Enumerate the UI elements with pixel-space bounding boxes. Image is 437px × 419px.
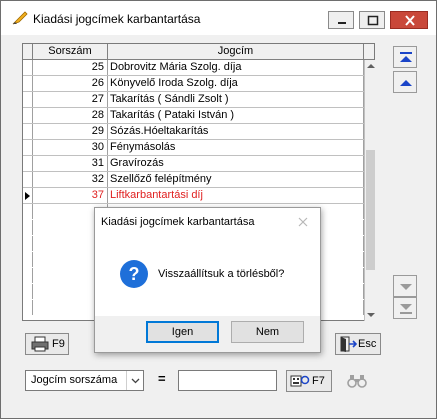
table-row[interactable]: 30 Fénymásolás [23,140,364,156]
row-indicator [23,188,33,203]
first-record-icon [400,52,412,62]
row-indicator [23,300,33,315]
row-indicator [23,172,33,187]
dialog-title-bar: Kiadási jogcímek karbantartása [95,208,320,238]
confirm-dialog: Kiadási jogcímek karbantartása ? Visszaá… [94,207,321,353]
cell-jogcim[interactable]: Takarítás ( Sándli Zsolt ) [108,92,364,107]
cell-jogcim[interactable]: Sózás.Hóeltakarítás [108,124,364,139]
cell-sorszam[interactable]: 25 [33,60,108,75]
cell-jogcim[interactable]: Fénymásolás [108,140,364,155]
scroll-down-icon[interactable] [367,313,375,317]
row-indicator [23,124,33,139]
table-row[interactable]: 29 Sózás.Hóeltakarítás [23,124,364,140]
window-title: Kiadási jogcímek karbantartása [33,12,201,26]
print-button[interactable]: F9 [25,333,69,355]
last-record-button[interactable] [393,297,417,319]
cell-jogcim[interactable]: Szellőző felépítmény [108,172,364,187]
previous-record-icon [400,80,412,86]
dialog-body: ? Visszaállítsuk a törlésből? [95,238,320,316]
next-record-icon [400,284,412,290]
table-row[interactable]: 27 Takarítás ( Sándli Zsolt ) [23,92,364,108]
cell-sorszam[interactable]: 30 [33,140,108,155]
row-indicator [23,268,33,283]
search-button[interactable]: F7 [286,370,332,392]
exit-label: Esc [358,338,377,350]
cell-jogcim[interactable]: Takarítás ( Pataki István ) [108,108,364,123]
table-row[interactable]: 37 Liftkarbantartási díj [23,188,364,204]
dialog-message: Visszaállítsuk a törlésből? [158,268,285,280]
filter-field-select[interactable]: Jogcím sorszáma [25,370,144,391]
cell-sorszam[interactable]: 32 [33,172,108,187]
printer-icon [31,336,49,352]
print-label: F9 [52,338,65,350]
maximize-icon [367,15,379,26]
grid-header: Sorszám Jogcím [23,44,374,60]
cell-sorszam[interactable]: 26 [33,76,108,91]
pen-icon [11,10,29,26]
header-sorszam[interactable]: Sorszám [33,44,108,59]
yes-button[interactable]: Igen [146,321,219,343]
table-row[interactable]: 26 Könyvelő Iroda Szolg. díja [23,76,364,92]
next-record-button[interactable] [393,275,417,297]
row-indicator [23,284,33,299]
cell-sorszam[interactable]: 37 [33,188,108,203]
dialog-title: Kiadási jogcímek karbantartása [101,216,255,228]
search-key-icon [290,375,310,387]
cell-sorszam[interactable]: 27 [33,92,108,107]
exit-button[interactable]: Esc [335,333,381,355]
close-button[interactable] [390,11,428,29]
row-indicator [23,156,33,171]
maximize-button[interactable] [359,11,385,29]
cell-sorszam[interactable]: 31 [33,156,108,171]
first-record-button[interactable] [393,46,417,68]
cell-jogcim[interactable]: Gravírozás [108,156,364,171]
grid-scrollbar[interactable] [364,60,375,321]
close-icon[interactable] [296,215,310,229]
header-jogcim[interactable]: Jogcím [108,44,364,59]
row-indicator [23,252,33,267]
cell-sorszam[interactable]: 29 [33,124,108,139]
cell-jogcim[interactable]: Könyvelő Iroda Szolg. díja [108,76,364,91]
table-row[interactable]: 32 Szellőző felépítmény [23,172,364,188]
cell-jogcim[interactable]: Dobrovitz Mária Szolg. díja [108,60,364,75]
row-indicator [23,92,33,107]
cell-sorszam[interactable]: 28 [33,108,108,123]
main-window: Kiadási jogcímek karbantartása Sorszám J… [0,0,437,419]
filter-field-value: Jogcím sorszáma [31,374,118,386]
no-button[interactable]: Nem [231,321,304,343]
row-indicator [23,108,33,123]
find-button[interactable] [339,370,375,392]
last-record-icon [400,304,412,314]
search-input[interactable] [178,370,277,391]
search-label: F7 [312,375,325,387]
table-row[interactable]: 28 Takarítás ( Pataki István ) [23,108,364,124]
row-indicator [23,76,33,91]
row-indicator [23,60,33,75]
question-icon: ? [120,260,148,288]
title-bar: Kiadási jogcímek karbantartása [1,1,436,35]
minimize-icon [338,22,346,24]
current-row-marker-icon [25,192,30,200]
svg-text:?: ? [129,264,140,284]
scroll-thumb[interactable] [366,150,375,270]
binoculars-icon [347,375,367,388]
scroll-up-icon[interactable] [367,64,375,68]
row-indicator [23,220,33,235]
previous-record-button[interactable] [393,71,417,93]
row-indicator [23,140,33,155]
table-row[interactable]: 31 Gravírozás [23,156,364,172]
row-indicator [23,236,33,251]
header-indicator [23,44,33,59]
row-indicator [23,204,33,219]
table-row[interactable]: 25 Dobrovitz Mária Szolg. díja [23,60,364,76]
cell-jogcim[interactable]: Liftkarbantartási díj [108,188,364,203]
minimize-button[interactable] [328,11,354,29]
chevron-down-icon[interactable] [126,371,143,390]
close-icon [405,15,415,26]
filter-operator: = [158,371,166,386]
exit-door-icon [340,336,357,352]
